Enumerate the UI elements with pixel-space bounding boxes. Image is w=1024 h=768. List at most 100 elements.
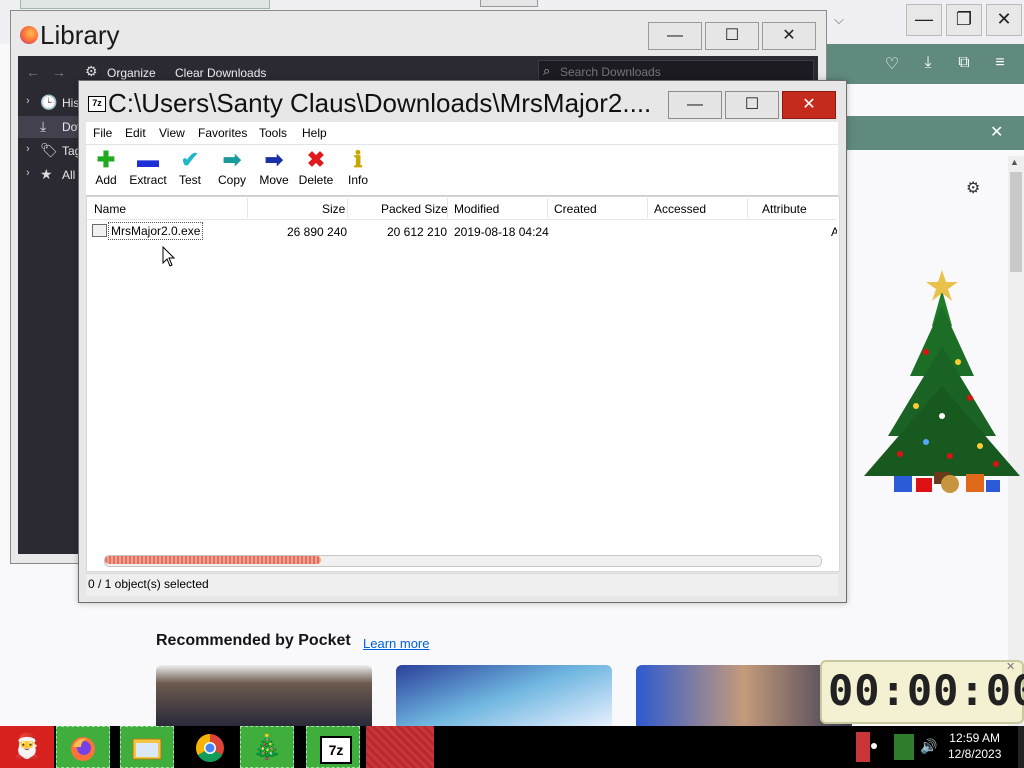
santa-icon: 🎅: [12, 733, 42, 760]
column-separator[interactable]: [747, 198, 748, 218]
notification-close-icon[interactable]: ✕: [990, 122, 1003, 142]
menu-tools[interactable]: Tools: [259, 126, 287, 140]
pocket-card-image[interactable]: [396, 665, 612, 726]
test-button[interactable]: ✔ Test: [169, 147, 211, 191]
scrollbar-thumb[interactable]: [1010, 172, 1022, 272]
copy-button[interactable]: ➡ Copy: [211, 147, 253, 191]
forward-arrow-icon[interactable]: →: [52, 64, 66, 80]
extract-button[interactable]: ▬ Extract: [127, 147, 169, 191]
download-icon: ⤓: [40, 118, 47, 134]
menu-edit[interactable]: Edit: [125, 126, 146, 140]
move-button[interactable]: ➡ Move: [253, 147, 295, 191]
column-separator[interactable]: [247, 198, 248, 218]
column-header-created[interactable]: Created: [554, 202, 597, 216]
menu-file[interactable]: File: [93, 126, 112, 140]
extract-label: Extract: [129, 173, 167, 187]
star-icon: ★: [40, 166, 53, 182]
column-separator[interactable]: [447, 198, 448, 218]
download-icon[interactable]: ⤓: [918, 54, 938, 72]
pocket-learn-more-link[interactable]: Learn more: [363, 636, 429, 651]
library-minimize-button[interactable]: —: [648, 22, 702, 50]
scroll-up-arrow-icon[interactable]: ▲: [1010, 157, 1019, 167]
taskbar-7zip[interactable]: 7z: [306, 726, 360, 768]
menu-help[interactable]: Help: [302, 126, 327, 140]
add-icon: ✚: [96, 147, 116, 172]
delete-button[interactable]: ✖ Delete: [295, 147, 337, 191]
column-separator[interactable]: [647, 198, 648, 218]
test-icon: ✔: [180, 147, 200, 172]
menu-view[interactable]: View: [159, 126, 185, 140]
firefox-tab[interactable]: [20, 0, 270, 9]
horizontal-scrollbar-thumb[interactable]: [105, 556, 321, 564]
firefox-tab-hint: [480, 0, 538, 7]
network-icon[interactable]: [894, 734, 914, 760]
sidebar-item-history[interactable]: › 🕒 History: [18, 92, 80, 114]
stopwatch-close-icon[interactable]: ✕: [1006, 660, 1015, 673]
taskbar-firefox[interactable]: [56, 726, 110, 768]
column-header-modified[interactable]: Modified: [454, 202, 499, 216]
back-arrow-icon[interactable]: ←: [26, 64, 40, 80]
christmas-tree-decoration: [864, 270, 1020, 493]
chrome-icon: [196, 734, 224, 762]
clock-date[interactable]: 12/8/2023: [948, 747, 1001, 761]
file-attributes-cell: A: [831, 225, 837, 239]
gear-icon[interactable]: ⚙: [966, 178, 980, 198]
firefox-restore-button[interactable]: ❐: [946, 4, 982, 36]
column-separator[interactable]: [547, 198, 548, 218]
taskbar-christmas-tree[interactable]: 🎄: [240, 726, 294, 768]
extract-icon: ▬: [137, 147, 159, 172]
taskbar-chrome[interactable]: [184, 726, 238, 768]
organize-menu[interactable]: Organize: [107, 66, 156, 80]
column-header-size[interactable]: Size: [322, 202, 345, 216]
sidebar-item-downloads[interactable]: ⤓ Downloads: [18, 116, 80, 138]
column-header-attributes[interactable]: Attribute: [762, 202, 807, 216]
search-input[interactable]: [560, 64, 800, 80]
volume-icon[interactable]: 🔊: [920, 738, 937, 755]
sidebar-item-all-bookmarks[interactable]: › ★ All Bookmarks: [18, 164, 80, 186]
sevenzip-close-button[interactable]: ✕: [782, 91, 836, 119]
file-name-cell[interactable]: MrsMajor2.0.exe: [108, 222, 204, 240]
move-icon: ➡: [264, 147, 284, 172]
7zip-icon[interactable]: 7z: [88, 96, 106, 112]
firefox-minimize-button[interactable]: —: [906, 4, 942, 36]
file-packed-size-cell: 20 612 210: [387, 225, 448, 239]
pocket-card-image[interactable]: [156, 665, 372, 726]
sidebar-item-tags[interactable]: › 🏷 Tags: [18, 140, 80, 162]
tab-list-chevron-icon[interactable]: ⌵: [834, 12, 844, 28]
chevron-right-icon[interactable]: ›: [26, 143, 30, 155]
sevenzip-minimize-button[interactable]: —: [668, 91, 722, 119]
menu-icon[interactable]: ≡: [990, 54, 1010, 72]
gear-icon[interactable]: ⚙: [85, 63, 98, 80]
taskbar-file-explorer[interactable]: [120, 726, 174, 768]
column-separator[interactable]: [347, 198, 348, 218]
clock-time[interactable]: 12:59 AM: [948, 731, 1000, 745]
add-button[interactable]: ✚ Add: [85, 147, 127, 191]
library-title: Library: [40, 20, 120, 50]
tray-indicator[interactable]: [856, 732, 870, 762]
mouse-cursor-icon: [162, 246, 176, 267]
file-modified-cell: 2019-08-18 04:24: [454, 225, 549, 239]
show-desktop-button[interactable]: [1018, 726, 1024, 768]
column-header-packed-size[interactable]: Packed Size: [381, 202, 448, 216]
firefox-close-button[interactable]: ✕: [986, 4, 1022, 36]
extensions-icon[interactable]: ⧉: [954, 54, 974, 72]
sevenzip-maximize-button[interactable]: ☐: [725, 91, 779, 119]
firefox-logo-icon: [20, 26, 38, 44]
tag-icon: 🏷: [40, 142, 58, 158]
file-size-cell: 26 890 240: [287, 225, 348, 239]
library-close-button[interactable]: ✕: [762, 22, 816, 50]
delete-label: Delete: [298, 173, 334, 187]
pocket-icon[interactable]: ♡: [882, 54, 902, 74]
column-header-accessed[interactable]: Accessed: [654, 202, 706, 216]
clear-downloads-button[interactable]: Clear Downloads: [175, 66, 266, 80]
file-list[interactable]: [86, 196, 840, 572]
info-button[interactable]: ℹ Info: [337, 147, 379, 191]
taskbar-item[interactable]: [366, 726, 434, 768]
column-header-name[interactable]: Name: [94, 202, 126, 216]
chevron-right-icon[interactable]: ›: [26, 167, 30, 179]
chevron-right-icon[interactable]: ›: [26, 95, 30, 107]
menu-favorites[interactable]: Favorites: [198, 126, 247, 140]
start-button[interactable]: 🎅: [0, 726, 54, 768]
stopwatch-display: 00:00:00: [828, 666, 1024, 715]
library-maximize-button[interactable]: ☐: [705, 22, 759, 50]
